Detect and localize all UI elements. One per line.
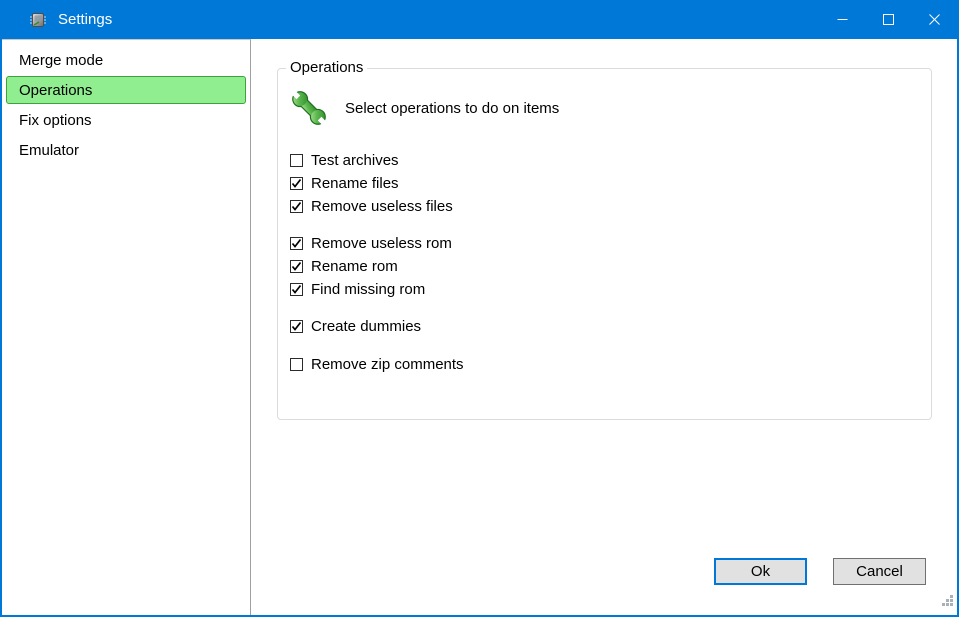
window-title: Settings	[58, 11, 819, 28]
settings-window: Settings Merge mode Operations Fix optio…	[0, 0, 959, 617]
operations-groupbox: Operations	[277, 68, 932, 420]
close-icon	[929, 14, 940, 25]
checkbox-row-rename-rom[interactable]: Rename rom	[290, 255, 931, 278]
sidebar-item-operations[interactable]: Operations	[6, 76, 246, 104]
checkbox-label: Rename files	[311, 175, 399, 192]
checkbox[interactable]	[290, 200, 303, 213]
operations-description: Select operations to do on items	[345, 100, 559, 117]
checkbox[interactable]	[290, 154, 303, 167]
checkbox-label: Remove useless files	[311, 198, 453, 215]
checkbox-label: Test archives	[311, 152, 399, 169]
sidebar-item-label: Operations	[19, 82, 92, 99]
checkbox-label: Rename rom	[311, 258, 398, 275]
sidebar-item-label: Merge mode	[19, 52, 103, 69]
checkbox-row-create-dummies[interactable]: Create dummies	[290, 315, 931, 338]
checkmark-icon	[291, 261, 302, 272]
checkbox-row-remove-useless-rom[interactable]: Remove useless rom	[290, 232, 931, 255]
checkbox-label: Remove useless rom	[311, 235, 452, 252]
cancel-button[interactable]: Cancel	[833, 558, 926, 585]
checkbox[interactable]	[290, 237, 303, 250]
content-area: Operations	[251, 39, 957, 615]
sidebar-item-label: Emulator	[19, 142, 79, 159]
checkbox[interactable]	[290, 260, 303, 273]
checkbox-label: Find missing rom	[311, 281, 425, 298]
titlebar: Settings	[2, 0, 957, 39]
resize-grip-icon[interactable]	[939, 592, 954, 612]
minimize-icon	[837, 14, 848, 25]
checkbox-label: Create dummies	[311, 318, 421, 335]
maximize-button[interactable]	[865, 0, 911, 39]
checkbox-row-test-archives[interactable]: Test archives	[290, 149, 931, 172]
checkbox[interactable]	[290, 177, 303, 190]
checkmark-icon	[291, 201, 302, 212]
checkbox-label: Remove zip comments	[311, 356, 464, 373]
checkmark-icon	[291, 321, 302, 332]
sidebar: Merge mode Operations Fix options Emulat…	[2, 39, 251, 615]
checkbox-list: Test archives Rename files Remove useles…	[290, 149, 931, 376]
close-button[interactable]	[911, 0, 957, 39]
checkbox-row-remove-zip-comments[interactable]: Remove zip comments	[290, 353, 931, 376]
sidebar-item-emulator[interactable]: Emulator	[6, 136, 246, 164]
ok-button[interactable]: Ok	[714, 558, 807, 585]
checkmark-icon	[291, 178, 302, 189]
maximize-icon	[883, 14, 894, 25]
operations-header: Select operations to do on items	[278, 69, 931, 129]
window-controls	[819, 0, 957, 39]
sidebar-items: Merge mode Operations Fix options Emulat…	[2, 46, 250, 164]
groupbox-title: Operations	[286, 59, 367, 76]
window-body: Merge mode Operations Fix options Emulat…	[2, 39, 957, 615]
checkmark-icon	[291, 238, 302, 249]
wrench-icon	[288, 87, 330, 129]
checkbox[interactable]	[290, 358, 303, 371]
sidebar-item-merge-mode[interactable]: Merge mode	[6, 46, 246, 74]
minimize-button[interactable]	[819, 0, 865, 39]
app-chip-icon	[28, 10, 48, 30]
sidebar-item-label: Fix options	[19, 112, 92, 129]
sidebar-item-fix-options[interactable]: Fix options	[6, 106, 246, 134]
checkbox-row-find-missing-rom[interactable]: Find missing rom	[290, 278, 931, 301]
checkbox[interactable]	[290, 283, 303, 296]
checkbox[interactable]	[290, 320, 303, 333]
checkbox-row-remove-useless-files[interactable]: Remove useless files	[290, 195, 931, 218]
checkmark-icon	[291, 284, 302, 295]
checkbox-row-rename-files[interactable]: Rename files	[290, 172, 931, 195]
